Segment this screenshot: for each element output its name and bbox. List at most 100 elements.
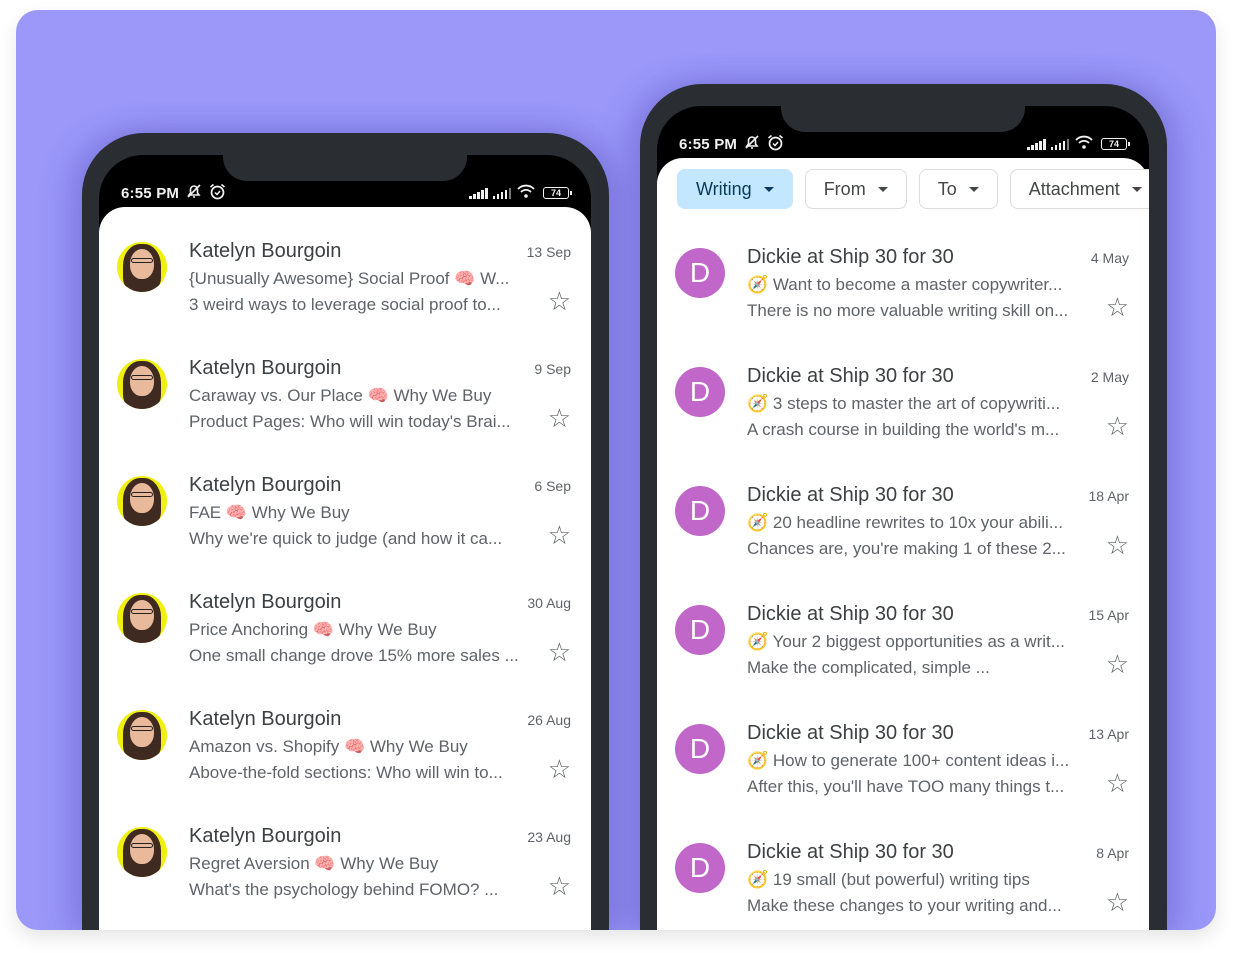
star-icon[interactable]: ☆: [1106, 651, 1129, 677]
email-snippet: After this, you'll have TOO many things …: [747, 777, 1065, 796]
signal-icon: [492, 187, 511, 199]
email-date: 6 Sep: [534, 478, 571, 494]
email-snippet: Make these changes to your writing and..…: [747, 896, 1062, 915]
email-subject: 🧭 How to generate 100+ content ideas i..…: [747, 751, 1070, 770]
email-snippet: Why we're quick to judge (and how it ca.…: [189, 529, 503, 548]
bell-off-icon: [743, 134, 761, 154]
avatar: D: [675, 367, 725, 417]
email-sender: Dickie at Ship 30 for 30: [747, 484, 954, 506]
email-subject: 🧭 20 headline rewrites to 10x your abili…: [747, 513, 1063, 532]
star-icon[interactable]: ☆: [548, 522, 571, 548]
signal-icon: [1050, 138, 1069, 150]
battery-level: 74: [550, 188, 561, 198]
email-row[interactable]: Katelyn Bourgoin 23 Aug Regret Aversion 🧠 …: [99, 825, 591, 930]
filter-chip-attachment[interactable]: Attachment: [1009, 169, 1149, 209]
email-row[interactable]: D Dickie at Ship 30 for 30 13 Apr 🧭 How to …: [657, 722, 1149, 832]
avatar: [117, 827, 167, 877]
email-date: 4 May: [1090, 250, 1129, 266]
email-subject: 🧭 Want to become a master copywriter...: [747, 275, 1063, 294]
avatar: [117, 242, 167, 292]
email-subject: Regret Aversion 🧠 Why We Buy: [189, 854, 439, 873]
star-icon[interactable]: ☆: [548, 873, 571, 899]
avatar: [117, 359, 167, 409]
bell-off-icon: [185, 183, 203, 203]
email-row[interactable]: D Dickie at Ship 30 for 30 18 Apr 🧭 20 head…: [657, 484, 1149, 594]
email-subject: FAE 🧠 Why We Buy: [189, 503, 350, 522]
status-bar: 6:55 PM 74: [657, 132, 1149, 156]
email-sender: Katelyn Bourgoin: [189, 825, 342, 847]
email-sender: Katelyn Bourgoin: [189, 240, 342, 262]
email-snippet: What's the psychology behind FOMO? ...: [189, 880, 499, 899]
email-sender: Katelyn Bourgoin: [189, 357, 342, 379]
email-sender: Katelyn Bourgoin: [189, 708, 342, 730]
signal-icon: [469, 187, 488, 199]
filter-chip-from[interactable]: From: [804, 169, 907, 209]
caret-down-icon: [1131, 186, 1142, 192]
email-row[interactable]: D Dickie at Ship 30 for 30 4 May 🧭 Want to …: [657, 246, 1149, 356]
email-snippet: 3 weird ways to leverage social proof to…: [189, 295, 501, 314]
star-icon[interactable]: ☆: [1106, 294, 1129, 320]
email-row[interactable]: Katelyn Bourgoin 9 Sep Caraway vs. Our Pla…: [99, 357, 591, 467]
star-icon[interactable]: ☆: [1106, 889, 1129, 915]
star-icon[interactable]: ☆: [1106, 413, 1129, 439]
email-date: 9 Sep: [534, 361, 571, 377]
avatar: D: [675, 724, 725, 774]
email-date: 30 Aug: [527, 595, 571, 611]
email-snippet: Product Pages: Who will win today's Brai…: [189, 412, 511, 431]
email-subject: Price Anchoring 🧠 Why We Buy: [189, 620, 437, 639]
email-row[interactable]: D Dickie at Ship 30 for 30 15 Apr 🧭 Your 2 …: [657, 603, 1149, 713]
email-row[interactable]: Katelyn Bourgoin 6 Sep FAE 🧠 Why We Buy Why…: [99, 474, 591, 584]
email-subject: {Unusually Awesome} Social Proof 🧠 W...: [189, 269, 510, 288]
chip-label: Attachment: [1028, 178, 1120, 199]
star-icon[interactable]: ☆: [1106, 532, 1129, 558]
avatar: [117, 476, 167, 526]
avatar: D: [675, 605, 725, 655]
caret-down-icon: [763, 186, 774, 192]
star-icon[interactable]: ☆: [548, 756, 571, 782]
star-icon[interactable]: ☆: [548, 288, 571, 314]
email-date: 13 Sep: [526, 244, 571, 260]
email-snippet: A crash course in building the world's m…: [747, 420, 1060, 439]
status-time: 6:55 PM: [121, 184, 180, 202]
email-sender: Dickie at Ship 30 for 30: [747, 722, 954, 744]
email-sender: Katelyn Bourgoin: [189, 591, 342, 613]
avatar: [117, 593, 167, 643]
chip-label: Writing: [696, 178, 752, 199]
email-row[interactable]: D Dickie at Ship 30 for 30 8 Apr 🧭 19 small…: [657, 841, 1149, 930]
camera-notch: [223, 155, 467, 181]
wifi-icon: [517, 184, 535, 202]
caret-down-icon: [877, 186, 888, 192]
email-row[interactable]: Katelyn Bourgoin 30 Aug Price Anchoring 🧠 …: [99, 591, 591, 701]
email-sender: Dickie at Ship 30 for 30: [747, 841, 954, 863]
inbox-list-right: Writing From To Attachment D Dickie at S…: [657, 158, 1149, 930]
avatar: D: [675, 248, 725, 298]
email-row[interactable]: D Dickie at Ship 30 for 30 2 May 🧭 3 steps …: [657, 365, 1149, 475]
filter-chip-writing[interactable]: Writing: [677, 169, 793, 209]
star-icon[interactable]: ☆: [548, 639, 571, 665]
email-subject: 🧭 3 steps to master the art of copywriti…: [747, 394, 1061, 413]
right-phone: 6:55 PM 74 Writing From To Attachment D …: [640, 84, 1167, 930]
status-time: 6:55 PM: [679, 135, 738, 153]
background-card: 6:55 PM 74 Katelyn Bourgoin 13 Sep {Unusua…: [16, 10, 1216, 930]
email-date: 15 Apr: [1088, 607, 1129, 623]
alarm-icon: [209, 183, 226, 204]
email-snippet: Chances are, you're making 1 of these 2.…: [747, 539, 1066, 558]
email-sender: Katelyn Bourgoin: [189, 474, 342, 496]
email-sender: Dickie at Ship 30 for 30: [747, 603, 954, 625]
email-subject: 🧭 19 small (but powerful) writing tips: [747, 870, 1030, 889]
email-snippet: There is no more valuable writing skill …: [747, 301, 1069, 320]
filter-chip-to[interactable]: To: [918, 169, 998, 209]
email-row[interactable]: Katelyn Bourgoin 26 Aug Amazon vs. Shopify…: [99, 708, 591, 818]
email-snippet: Above-the-fold sections: Who will win to…: [189, 763, 503, 782]
email-subject: 🧭 Your 2 biggest opportunities as a writ…: [747, 632, 1065, 651]
star-icon[interactable]: ☆: [1106, 770, 1129, 796]
email-date: 26 Aug: [527, 712, 571, 728]
email-date: 13 Apr: [1088, 726, 1129, 742]
chip-label: From: [823, 178, 866, 199]
email-row[interactable]: Katelyn Bourgoin 13 Sep {Unusually Awesome…: [99, 240, 591, 350]
alarm-icon: [767, 134, 784, 155]
star-icon[interactable]: ☆: [548, 405, 571, 431]
right-phone-screen: 6:55 PM 74 Writing From To Attachment D …: [657, 106, 1149, 930]
battery-level: 74: [1108, 139, 1119, 149]
filter-chips: Writing From To Attachment: [677, 169, 1149, 209]
